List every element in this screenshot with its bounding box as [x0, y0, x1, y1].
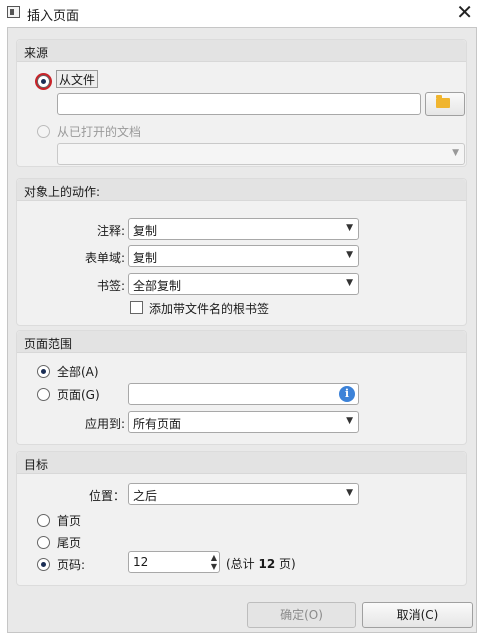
- from-file-label-box: 从文件: [56, 70, 99, 88]
- bookmarks-select[interactable]: 全部复制 ▼: [128, 273, 359, 295]
- apply-to-label: 应用到:: [84, 417, 125, 431]
- actions-group-header: 对象上的动作:: [17, 179, 466, 201]
- position-label: 位置：: [88, 489, 125, 503]
- chevron-down-icon: ▼: [346, 223, 353, 233]
- window-title: 插入页面: [27, 9, 80, 24]
- source-group-title: 来源: [24, 46, 49, 60]
- page-number-radio[interactable]: [37, 558, 50, 571]
- last-page-label: 尾页: [57, 536, 82, 550]
- total-pages-text: (总计 12 页): [226, 557, 296, 571]
- chevron-down-icon: ▼: [346, 488, 353, 498]
- all-pages-label: 全部(A): [57, 365, 99, 379]
- source-group-header: 来源: [17, 40, 466, 62]
- comments-label: 注释:: [96, 224, 125, 238]
- from-open-doc-label: 从已打开的文档: [57, 125, 142, 139]
- first-page-radio[interactable]: [37, 514, 50, 527]
- page-range-group-title: 页面范围: [24, 337, 73, 351]
- forms-select[interactable]: 复制 ▼: [128, 245, 359, 267]
- from-file-radio[interactable]: [37, 75, 50, 88]
- chevron-down-icon: ▼: [346, 416, 353, 426]
- browse-button[interactable]: [425, 92, 465, 116]
- page-number-stepper[interactable]: 12 ▲ ▼: [128, 551, 220, 573]
- actions-group-title: 对象上的动作:: [24, 185, 101, 199]
- bookmarks-label: 书签:: [96, 279, 125, 293]
- chevron-down-icon: ▼: [346, 278, 353, 288]
- open-doc-select[interactable]: ▼: [57, 143, 465, 165]
- chevron-down-icon: ▼: [346, 250, 353, 260]
- target-group-header: 目标: [17, 452, 466, 474]
- file-path-input[interactable]: [57, 93, 421, 115]
- last-page-radio[interactable]: [37, 536, 50, 549]
- apply-to-select[interactable]: 所有页面 ▼: [128, 411, 359, 433]
- ok-button[interactable]: 确定(O): [247, 602, 356, 628]
- folder-open-icon: [436, 95, 450, 108]
- page-range-group-header: 页面范围: [17, 331, 466, 353]
- actions-group: 对象上的动作: 注释: 复制 ▼ 表单域: 复制 ▼ 书签: 全部复制 ▼ 添加…: [16, 178, 467, 326]
- forms-label: 表单域:: [84, 251, 125, 265]
- source-group: 来源 从文件 从已打开的文档 ▼: [16, 39, 467, 167]
- close-icon[interactable]: ✕: [456, 1, 473, 23]
- first-page-label: 首页: [57, 514, 82, 528]
- from-file-label: 从文件: [59, 73, 96, 87]
- chevron-down-icon: ▼: [452, 148, 459, 158]
- page-range-radio[interactable]: [37, 388, 50, 401]
- title-bar: 插入页面 ✕: [0, 0, 483, 26]
- position-select[interactable]: 之后 ▼: [128, 483, 359, 505]
- page-range-input[interactable]: i: [128, 383, 359, 405]
- page-number-value: 12: [133, 555, 149, 569]
- page-range-label: 页面(G): [57, 388, 100, 402]
- comments-select[interactable]: 复制 ▼: [128, 218, 359, 240]
- page-range-group: 页面范围 全部(A) 页面(G) i 应用到: 所有页面 ▼: [16, 330, 467, 445]
- add-root-bookmark-checkbox[interactable]: [130, 301, 143, 314]
- from-open-doc-radio[interactable]: [37, 125, 50, 138]
- info-icon[interactable]: i: [339, 386, 355, 402]
- target-group: 目标 位置： 之后 ▼ 首页 尾页 页码: 12 ▲ ▼ (总计 12 页): [16, 451, 467, 586]
- app-icon: [7, 6, 20, 18]
- target-group-title: 目标: [24, 458, 49, 472]
- cancel-button[interactable]: 取消(C): [362, 602, 473, 628]
- spin-arrows-icon[interactable]: ▲ ▼: [211, 553, 217, 571]
- add-root-bookmark-label: 添加带文件名的根书签: [149, 302, 270, 316]
- dialog-body: 来源 从文件 从已打开的文档 ▼ 对象上的动作: 注释: 复制 ▼ 表单域: 复…: [7, 27, 477, 633]
- page-number-label: 页码:: [57, 558, 86, 572]
- all-pages-radio[interactable]: [37, 365, 50, 378]
